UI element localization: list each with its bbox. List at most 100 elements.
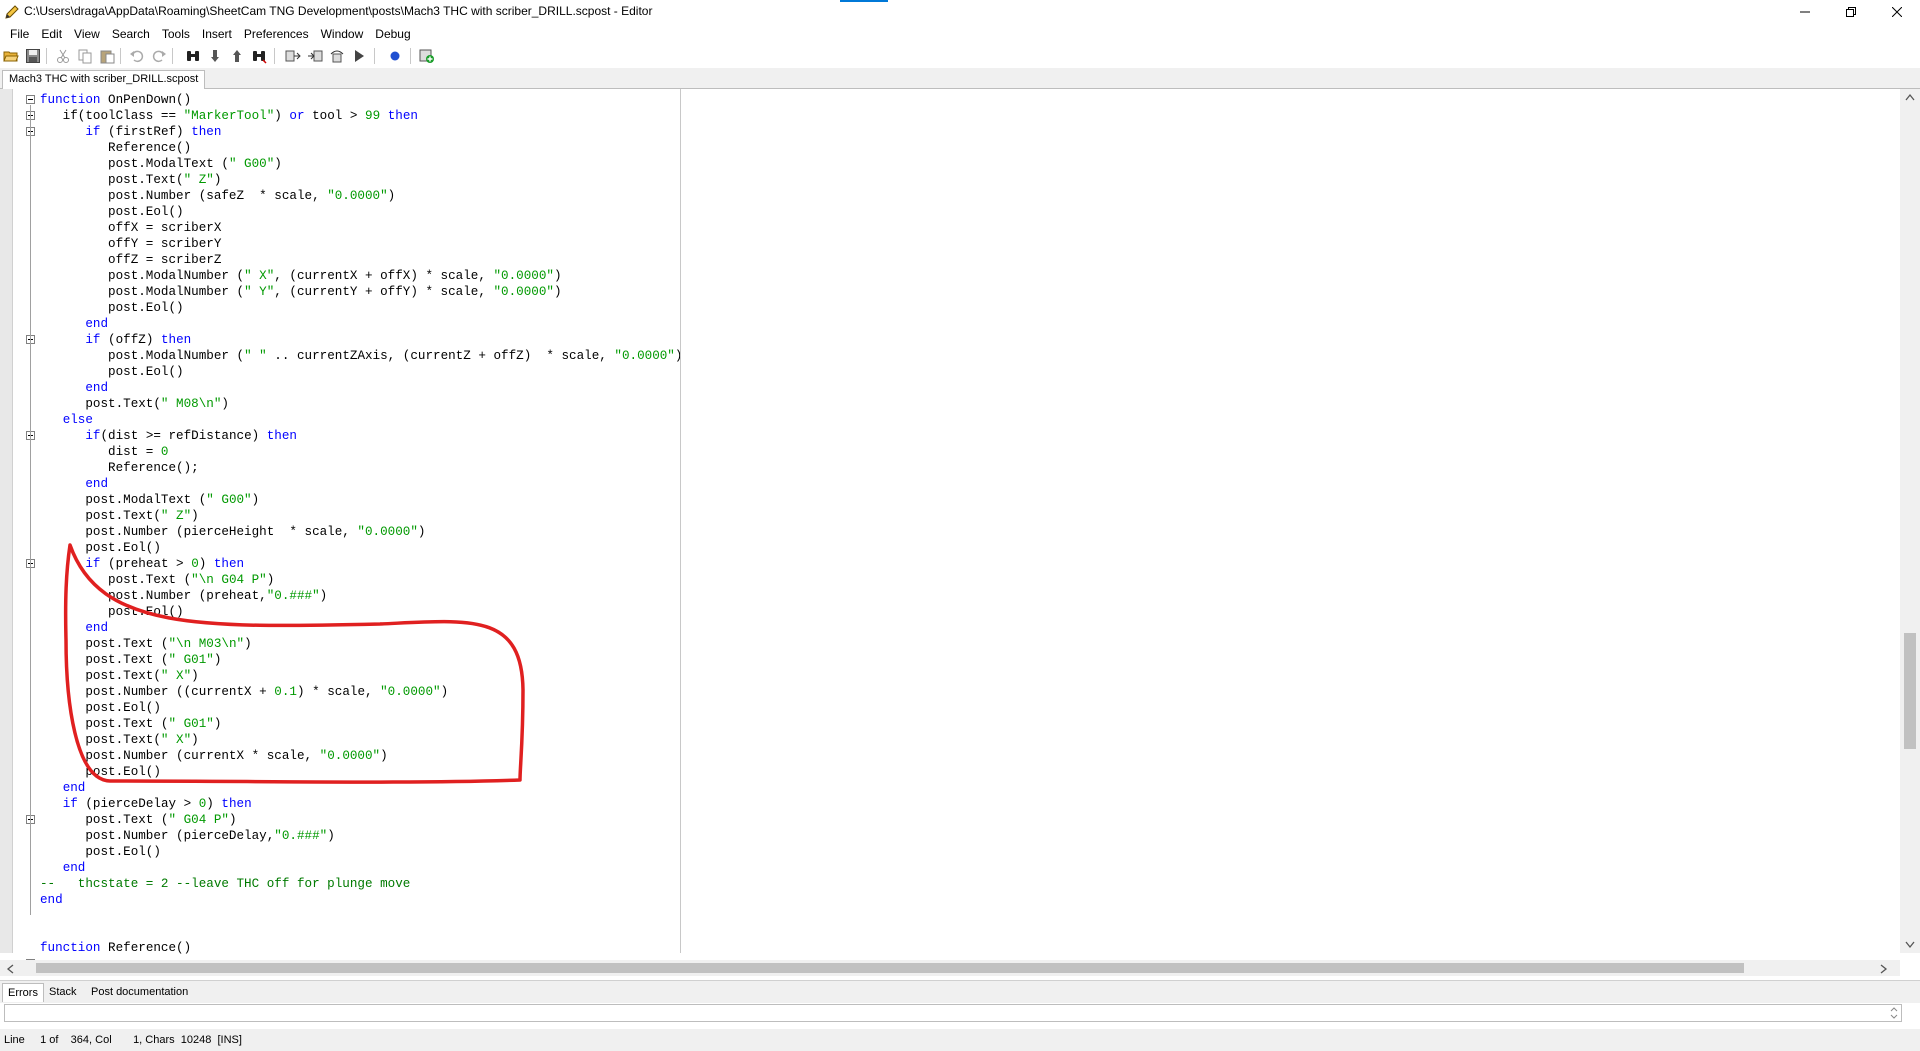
- code-line[interactable]: post.Eol(): [40, 604, 682, 620]
- code-line[interactable]: end: [40, 476, 682, 492]
- code-line[interactable]: post.Eol(): [40, 540, 682, 556]
- code-line[interactable]: post.Eol(): [40, 764, 682, 780]
- code-line[interactable]: post.Eol(): [40, 204, 682, 220]
- code-line[interactable]: post.Text ("\n M03\n"): [40, 636, 682, 652]
- menu-debug[interactable]: Debug: [369, 24, 416, 44]
- code-line[interactable]: post.Number (currentX * scale, "0.0000"): [40, 748, 682, 764]
- code-line[interactable]: [40, 908, 682, 924]
- restore-button[interactable]: [1828, 0, 1874, 24]
- breakpoint-button[interactable]: [386, 47, 404, 65]
- cut-button[interactable]: [54, 47, 72, 65]
- code-line[interactable]: if (preheat > 0) then: [40, 556, 682, 572]
- code-line[interactable]: end: [40, 860, 682, 876]
- code-line[interactable]: post.Number (pierceHeight * scale, "0.00…: [40, 524, 682, 540]
- code-line[interactable]: [40, 924, 682, 940]
- add-watch-button[interactable]: [418, 47, 436, 65]
- replace-button[interactable]: [250, 47, 268, 65]
- menu-preferences[interactable]: Preferences: [238, 24, 315, 44]
- scroll-right-arrow-icon[interactable]: [1880, 964, 1888, 974]
- code-line[interactable]: offX = scriberX: [40, 220, 682, 236]
- code-line[interactable]: else: [40, 412, 682, 428]
- find-button[interactable]: [184, 47, 202, 65]
- errors-output[interactable]: [4, 1004, 1902, 1022]
- code-line[interactable]: post.Text(" X"): [40, 732, 682, 748]
- step-button[interactable]: [306, 47, 324, 65]
- undo-button[interactable]: [128, 47, 146, 65]
- menu-tools[interactable]: Tools: [156, 24, 196, 44]
- scroll-up-arrow-icon[interactable]: [1905, 93, 1915, 101]
- close-button[interactable]: [1874, 0, 1920, 24]
- code-line[interactable]: post.Text(" Z"): [40, 508, 682, 524]
- code-line[interactable]: post.ModalNumber (" " .. currentZAxis, (…: [40, 348, 682, 364]
- code-line[interactable]: post.ModalText (" G00"): [40, 156, 682, 172]
- file-tab[interactable]: Mach3 THC with scriber_DRILL.scpost: [2, 70, 206, 89]
- code-line[interactable]: post.Number (safeZ * scale, "0.0000"): [40, 188, 682, 204]
- tab-stack[interactable]: Stack: [44, 983, 82, 1001]
- copy-button[interactable]: [76, 47, 94, 65]
- code-line[interactable]: post.Text(" Z"): [40, 172, 682, 188]
- code-line[interactable]: if (firstRef) then: [40, 124, 682, 140]
- code-line[interactable]: post.Number (pierceDelay,"0.###"): [40, 828, 682, 844]
- code-line[interactable]: post.Eol(): [40, 300, 682, 316]
- menu-file[interactable]: File: [4, 24, 35, 44]
- code-line[interactable]: Reference();: [40, 460, 682, 476]
- code-line[interactable]: post.Number (preheat,"0.###"): [40, 588, 682, 604]
- code-line[interactable]: -- thcstate = 2 --leave THC off for plun…: [40, 876, 682, 892]
- minimize-button[interactable]: [1782, 0, 1828, 24]
- code-line[interactable]: post.Text (" G04 P"): [40, 812, 682, 828]
- code-line[interactable]: offZ = scriberZ: [40, 252, 682, 268]
- code-line[interactable]: end: [40, 892, 682, 908]
- code-line[interactable]: dist = 0: [40, 444, 682, 460]
- horizontal-scrollbar[interactable]: [0, 960, 1900, 976]
- code-line[interactable]: post.ModalNumber (" Y", (currentY + offY…: [40, 284, 682, 300]
- code-line[interactable]: function OnPenDown(): [40, 92, 682, 108]
- tab-errors[interactable]: Errors: [2, 983, 44, 1002]
- code-line[interactable]: end: [40, 316, 682, 332]
- code-line[interactable]: post.Eol(): [40, 700, 682, 716]
- menu-insert[interactable]: Insert: [196, 24, 238, 44]
- code-line[interactable]: post.Text(" X"): [40, 668, 682, 684]
- code-line[interactable]: post.Number ((currentX + 0.1) * scale, "…: [40, 684, 682, 700]
- find-next-button[interactable]: [206, 47, 224, 65]
- paste-button[interactable]: [98, 47, 116, 65]
- scroll-left-arrow-icon[interactable]: [6, 964, 14, 974]
- open-file-button[interactable]: [2, 47, 20, 65]
- code-line[interactable]: post.Text (" G01"): [40, 652, 682, 668]
- scroll-down-arrow-icon[interactable]: [1905, 941, 1915, 949]
- code-line[interactable]: post.Eol(): [40, 364, 682, 380]
- code-editor[interactable]: function OnPenDown() if(toolClass == "Ma…: [0, 89, 1920, 976]
- code-line[interactable]: post.Text(" M08\n"): [40, 396, 682, 412]
- code-line[interactable]: post.Text (" G01"): [40, 716, 682, 732]
- code-line[interactable]: end: [40, 780, 682, 796]
- step-over-button[interactable]: [328, 47, 346, 65]
- code-line[interactable]: post.Eol(): [40, 844, 682, 860]
- code-text[interactable]: function OnPenDown() if(toolClass == "Ma…: [40, 92, 682, 956]
- menu-edit[interactable]: Edit: [35, 24, 68, 44]
- code-line[interactable]: Reference(): [40, 140, 682, 156]
- menu-window[interactable]: Window: [315, 24, 370, 44]
- menu-view[interactable]: View: [68, 24, 106, 44]
- code-line[interactable]: function Reference(): [40, 940, 682, 956]
- code-line[interactable]: post.ModalNumber (" X", (currentX + offX…: [40, 268, 682, 284]
- code-line[interactable]: end: [40, 380, 682, 396]
- code-line[interactable]: if(toolClass == "MarkerTool") or tool > …: [40, 108, 682, 124]
- code-line[interactable]: offY = scriberY: [40, 236, 682, 252]
- code-line[interactable]: end: [40, 620, 682, 636]
- save-button[interactable]: [24, 47, 42, 65]
- code-line[interactable]: if (pierceDelay > 0) then: [40, 796, 682, 812]
- fold-toggle-icon[interactable]: [26, 95, 35, 104]
- code-line[interactable]: if(dist >= refDistance) then: [40, 428, 682, 444]
- tab-post-documentation[interactable]: Post documentation: [86, 983, 193, 1001]
- vertical-scrollbar[interactable]: [1900, 89, 1920, 953]
- menu-search[interactable]: Search: [106, 24, 156, 44]
- code-line[interactable]: if (offZ) then: [40, 332, 682, 348]
- vertical-scroll-thumb[interactable]: [1904, 633, 1916, 749]
- compile-button[interactable]: [284, 47, 302, 65]
- code-line[interactable]: post.Text ("\n G04 P"): [40, 572, 682, 588]
- horizontal-scroll-thumb[interactable]: [36, 963, 1744, 973]
- run-button[interactable]: [350, 47, 368, 65]
- redo-button[interactable]: [150, 47, 168, 65]
- code-line[interactable]: post.ModalText (" G00"): [40, 492, 682, 508]
- find-previous-button[interactable]: [228, 47, 246, 65]
- scroll-arrows-icon[interactable]: [1889, 1006, 1899, 1020]
